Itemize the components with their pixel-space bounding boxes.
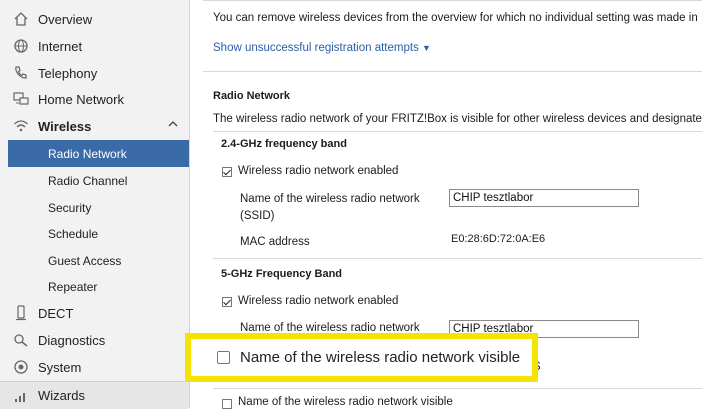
nav-label: Radio Channel xyxy=(48,173,128,188)
divider xyxy=(203,71,702,72)
nav-label: Radio Network xyxy=(48,146,127,161)
nav-item-system[interactable]: System xyxy=(0,354,189,380)
nav-item-telephony[interactable]: Telephony xyxy=(0,60,189,86)
nav-label: Guest Access xyxy=(48,253,122,268)
nav-label: System xyxy=(38,359,82,375)
home-icon xyxy=(12,10,30,28)
nav-label: Overview xyxy=(38,11,93,27)
highlight-visible-checkbox[interactable] xyxy=(217,351,230,364)
band1-mac-value: E0:28:6D:72:0A:E6 xyxy=(451,233,546,245)
nav-label: DECT xyxy=(38,305,74,321)
sidebar-sub-repeater[interactable]: Repeater xyxy=(8,273,189,300)
nav-label: Home Network xyxy=(38,91,124,107)
nav-item-diagnostics[interactable]: Diagnostics xyxy=(0,327,189,353)
link-label: Show unsuccessful registration attempts xyxy=(213,42,419,54)
nav-item-internet[interactable]: Internet xyxy=(0,33,189,59)
phone-icon xyxy=(12,64,30,82)
nav-label: Diagnostics xyxy=(38,332,106,348)
nav-item-wizards[interactable]: Wizards xyxy=(0,381,189,409)
band1-ssid-input[interactable] xyxy=(449,189,639,207)
show-attempts-link[interactable]: Show unsuccessful registration attempts … xyxy=(213,42,431,54)
band2-enabled-label: Wireless radio network enabled xyxy=(238,295,399,307)
wizards-icon xyxy=(12,387,30,405)
chevron-up-icon[interactable] xyxy=(167,118,179,133)
section-desc: The wireless radio network of your FRITZ… xyxy=(213,113,702,125)
band1-enabled-label: Wireless radio network enabled xyxy=(238,165,399,177)
nav-label: Internet xyxy=(38,38,83,54)
nav-label: Wireless xyxy=(38,118,92,134)
sidebar: Overview Internet Telephony Home Network… xyxy=(0,0,190,409)
sidebar-sub-schedule[interactable]: Schedule xyxy=(8,220,189,247)
diagnostics-icon xyxy=(12,331,30,349)
nav-item-dect[interactable]: DECT xyxy=(0,300,189,326)
sidebar-sub-guest-access[interactable]: Guest Access xyxy=(8,247,189,274)
globe-icon xyxy=(12,37,30,55)
sidebar-sub-radio-channel[interactable]: Radio Channel xyxy=(8,167,189,194)
band2-enabled-checkbox[interactable] xyxy=(222,297,232,307)
band1-enabled-checkbox[interactable] xyxy=(222,167,232,177)
system-icon xyxy=(12,358,30,376)
divider xyxy=(213,388,702,389)
sidebar-sub-radio-network[interactable]: Radio Network xyxy=(8,140,189,167)
nav-label: Repeater xyxy=(48,279,98,294)
intro-text: You can remove wireless devices from the… xyxy=(213,12,698,24)
section-title: Radio Network xyxy=(213,90,291,102)
nav-item-home-network[interactable]: Home Network xyxy=(0,86,189,112)
divider xyxy=(203,0,702,1)
highlight-callout: Name of the wireless radio network visib… xyxy=(185,333,538,382)
network-icon xyxy=(12,90,30,108)
band2-title: 5-GHz Frequency Band xyxy=(221,268,343,280)
visible-label: Name of the wireless radio network visib… xyxy=(238,396,453,408)
band1-title: 2.4-GHz frequency band xyxy=(221,138,347,150)
band1-mac-label: MAC address xyxy=(240,236,310,248)
band1-ssid-label: Name of the wireless radio network xyxy=(240,193,420,205)
nav-label: Security xyxy=(48,200,92,215)
nav-item-overview[interactable]: Overview xyxy=(0,6,189,32)
nav-label: Schedule xyxy=(48,226,99,241)
wifi-icon xyxy=(12,117,30,135)
highlight-label: Name of the wireless radio network visib… xyxy=(240,349,521,366)
dect-icon xyxy=(12,304,30,322)
divider xyxy=(213,131,702,132)
nav-label: Telephony xyxy=(38,65,98,81)
band1-ssid-label-2: (SSID) xyxy=(240,210,275,222)
nav-item-wireless[interactable]: Wireless xyxy=(0,113,189,139)
caret-down-icon: ▼ xyxy=(422,43,431,53)
nav-label: Wizards xyxy=(38,388,85,403)
sidebar-sub-security[interactable]: Security xyxy=(8,194,189,221)
divider xyxy=(213,258,702,259)
